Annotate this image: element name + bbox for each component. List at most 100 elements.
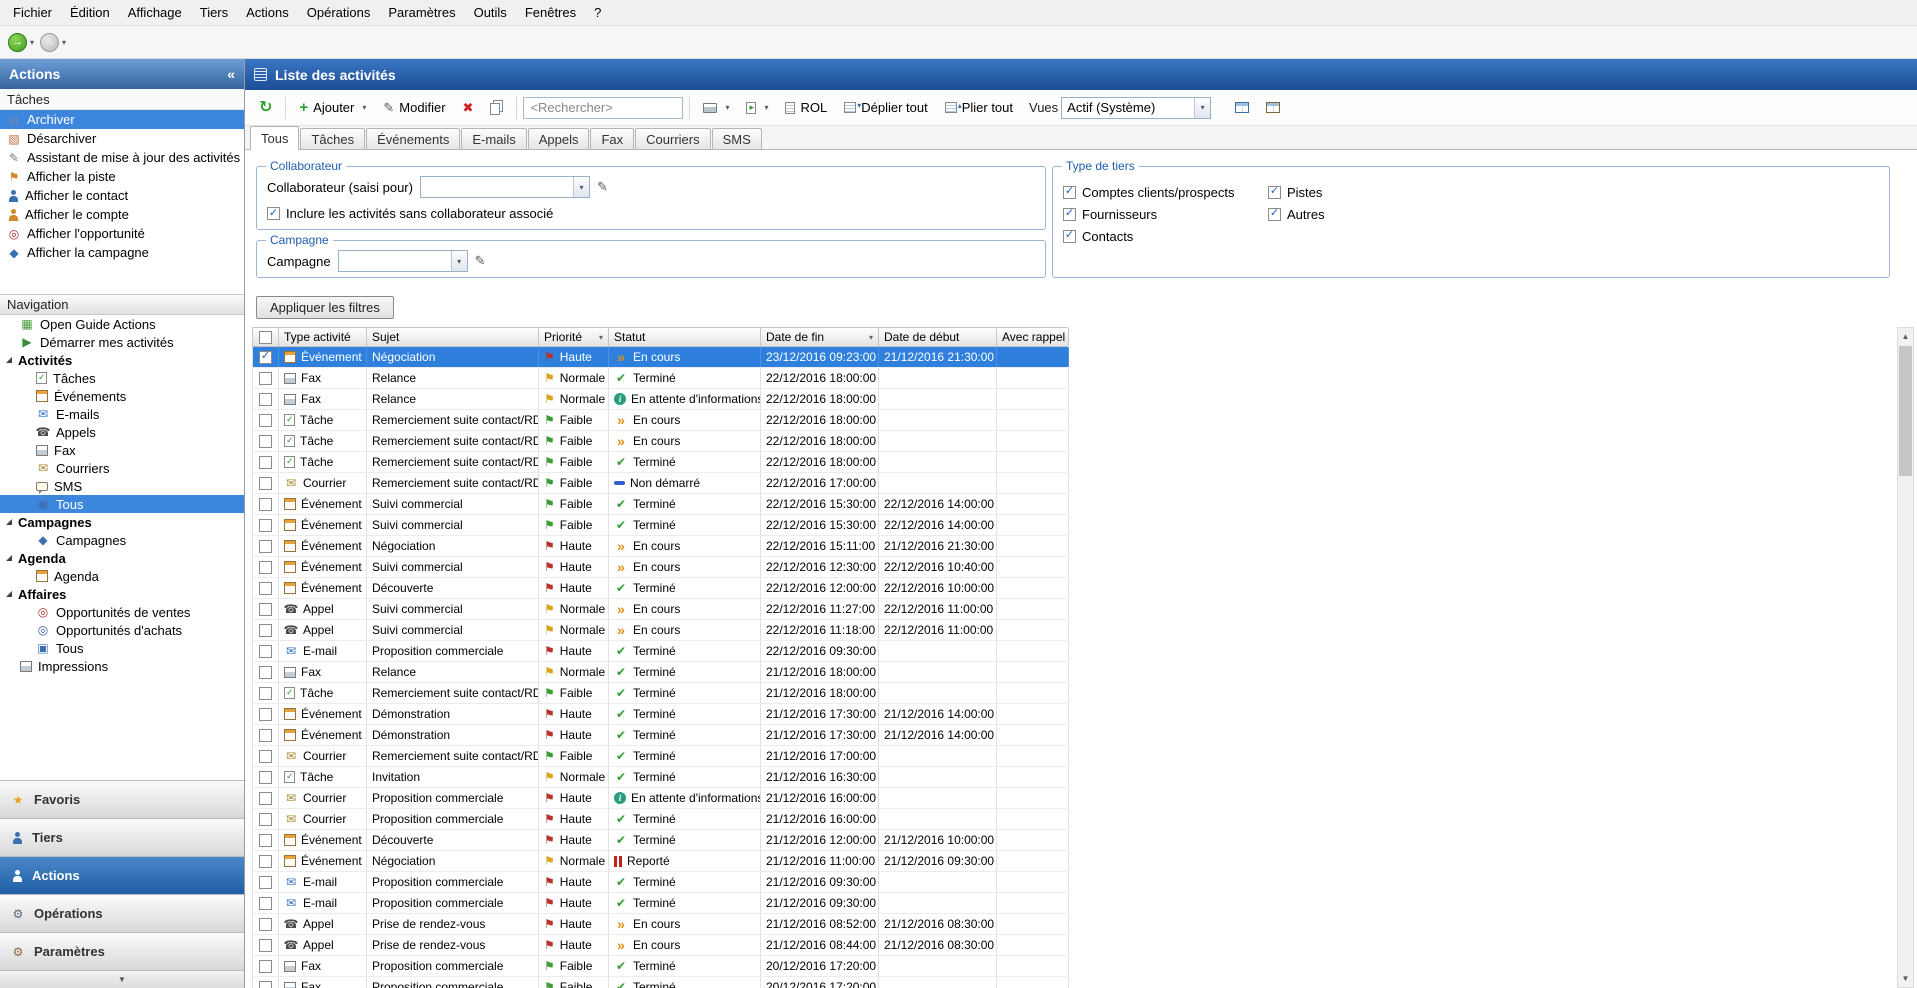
sidebar-task-archiver[interactable]: ▦Archiver: [0, 110, 244, 129]
row-checkbox[interactable]: [259, 729, 272, 742]
tab-e-mails[interactable]: E-mails: [461, 128, 526, 149]
table-row[interactable]: FaxRelance⚑Normale✔Terminé21/12/2016 18:…: [252, 662, 1068, 683]
filter-checkbox-fournisseurs[interactable]: Fournisseurs: [1063, 207, 1268, 222]
table-row[interactable]: ☎AppelPrise de rendez-vous⚑Haute»En cour…: [252, 935, 1068, 956]
row-checkbox[interactable]: [259, 414, 272, 427]
tasks-section-title[interactable]: Tâches: [0, 89, 244, 110]
column-header-date-de-fin[interactable]: Date de fin▾: [761, 328, 879, 346]
tab-taches[interactable]: Tâches: [300, 128, 365, 149]
grid-edit-button[interactable]: [1259, 98, 1287, 117]
expand-all-button[interactable]: Déplier tout: [837, 96, 934, 119]
table-row[interactable]: ÉvénementNégociation⚑Haute»En cours23/12…: [252, 347, 1068, 368]
table-row[interactable]: TâcheInvitation⚑Normale✔Terminé21/12/201…: [252, 767, 1068, 788]
table-row[interactable]: TâcheRemerciement suite contact/RDV⚑Faib…: [252, 452, 1068, 473]
delete-button[interactable]: ✖: [456, 97, 481, 118]
filter-checkbox-autres[interactable]: Autres: [1268, 207, 1498, 222]
row-checkbox[interactable]: [259, 876, 272, 889]
table-row[interactable]: ✉E-mailProposition commerciale⚑Haute✔Ter…: [252, 641, 1068, 662]
sidebar-section-actions[interactable]: Actions: [0, 856, 244, 894]
table-row[interactable]: ÉvénementSuivi commercial⚑Faible✔Terminé…: [252, 494, 1068, 515]
nav-item-tous[interactable]: ▣Tous: [0, 495, 244, 513]
row-checkbox[interactable]: [259, 918, 272, 931]
nav-item-demarrer-mes-activites[interactable]: ▶Démarrer mes activités: [0, 333, 244, 351]
filter-checkbox-comptes-clients-prospects[interactable]: Comptes clients/prospects: [1063, 185, 1268, 200]
row-checkbox[interactable]: [259, 477, 272, 490]
sidebar-task-assistant-de-mise-a-jour-des-activites[interactable]: ✎Assistant de mise à jour des activités …: [0, 148, 244, 167]
nav-group-agenda[interactable]: Agenda: [0, 549, 244, 567]
table-row[interactable]: FaxProposition commerciale⚑Faible✔Termin…: [252, 956, 1068, 977]
nav-back-button[interactable]: → ▾: [40, 33, 66, 52]
nav-item-opportunites-d-achats[interactable]: ◎Opportunités d'achats: [0, 621, 244, 639]
row-checkbox[interactable]: [259, 498, 272, 511]
copy-button[interactable]: [483, 96, 510, 119]
column-filter-icon[interactable]: ▾: [599, 333, 603, 342]
add-button[interactable]: + Ajouter ▾: [292, 96, 373, 119]
table-row[interactable]: ÉvénementDémonstration⚑Haute✔Terminé21/1…: [252, 725, 1068, 746]
row-checkbox[interactable]: [259, 561, 272, 574]
nav-item-courriers[interactable]: ✉Courriers: [0, 459, 244, 477]
filter-checkbox-pistes[interactable]: Pistes: [1268, 185, 1498, 200]
table-row[interactable]: TâcheRemerciement suite contact/RDV⚑Faib…: [252, 683, 1068, 704]
row-checkbox[interactable]: [259, 939, 272, 952]
row-checkbox[interactable]: [259, 456, 272, 469]
table-row[interactable]: ÉvénementDécouverte⚑Haute✔Terminé22/12/2…: [252, 578, 1068, 599]
table-row[interactable]: ☎AppelSuivi commercial⚑Normale»En cours2…: [252, 620, 1068, 641]
column-filter-icon[interactable]: ▾: [869, 333, 873, 342]
edit-campagne-button[interactable]: ✎: [475, 253, 486, 269]
menu-edition[interactable]: Édition: [61, 1, 119, 24]
table-row[interactable]: ÉvénementNégociation⚑Haute»En cours22/12…: [252, 536, 1068, 557]
print-button[interactable]: ▾: [696, 99, 736, 117]
nav-item-tous[interactable]: ▣Tous: [0, 639, 244, 657]
row-checkbox[interactable]: [259, 813, 272, 826]
sidebar-section-parametres[interactable]: ⚙Paramètres: [0, 932, 244, 970]
menu-item[interactable]: ?: [585, 1, 610, 24]
table-row[interactable]: ☎AppelSuivi commercial⚑Normale»En cours2…: [252, 599, 1068, 620]
views-select[interactable]: Actif (Système) ▾: [1061, 97, 1211, 119]
scrollbar-thumb[interactable]: [1899, 346, 1912, 476]
table-row[interactable]: ÉvénementNégociation⚑NormaleReporté21/12…: [252, 851, 1068, 872]
menu-fenetres[interactable]: Fenêtres: [516, 1, 585, 24]
vertical-scrollbar[interactable]: ▲ ▼: [1897, 327, 1914, 988]
nav-item-open-guide-actions[interactable]: ▦Open Guide Actions: [0, 315, 244, 333]
table-row[interactable]: ÉvénementDémonstration⚑Haute✔Terminé21/1…: [252, 704, 1068, 725]
nav-group-activites[interactable]: Activités: [0, 351, 244, 369]
sidebar-task-afficher-l-opportunite[interactable]: ◎Afficher l'opportunité: [0, 224, 244, 243]
table-row[interactable]: ✉CourrierRemerciement suite contact/RDV⚑…: [252, 746, 1068, 767]
menu-operations[interactable]: Opérations: [298, 1, 380, 24]
tab-fax[interactable]: Fax: [590, 128, 634, 149]
collaborateur-select[interactable]: ▾: [420, 176, 590, 198]
menu-affichage[interactable]: Affichage: [119, 1, 191, 24]
table-row[interactable]: ✉CourrierProposition commerciale⚑Haute✔T…: [252, 809, 1068, 830]
edit-collaborateur-button[interactable]: ✎: [597, 179, 608, 195]
row-checkbox[interactable]: [259, 645, 272, 658]
scroll-down-button[interactable]: ▼: [1898, 970, 1913, 987]
table-row[interactable]: ÉvénementDécouverte⚑Haute✔Terminé21/12/2…: [252, 830, 1068, 851]
row-checkbox[interactable]: [259, 960, 272, 973]
nav-item-impressions[interactable]: Impressions: [0, 657, 244, 675]
nav-item-fax[interactable]: Fax: [0, 441, 244, 459]
collapse-all-button[interactable]: Plier tout: [938, 96, 1020, 119]
column-header-statut[interactable]: Statut: [609, 328, 761, 346]
table-row[interactable]: ☎AppelPrise de rendez-vous⚑Haute»En cour…: [252, 914, 1068, 935]
nav-item-sms[interactable]: SMS: [0, 477, 244, 495]
menu-fichier[interactable]: Fichier: [4, 1, 61, 24]
include-no-collaborator-checkbox[interactable]: Inclure les activités sans collaborateur…: [267, 206, 553, 221]
column-header-avec-rappel[interactable]: Avec rappel: [997, 328, 1069, 346]
table-row[interactable]: ÉvénementSuivi commercial⚑Faible✔Terminé…: [252, 515, 1068, 536]
nav-item-agenda[interactable]: Agenda: [0, 567, 244, 585]
nav-group-campagnes[interactable]: Campagnes: [0, 513, 244, 531]
table-row[interactable]: TâcheRemerciement suite contact/RDV⚑Faib…: [252, 410, 1068, 431]
row-checkbox[interactable]: [259, 897, 272, 910]
export-button[interactable]: ▾: [739, 98, 775, 118]
sidebar-task-afficher-le-contact[interactable]: Afficher le contact: [0, 186, 244, 205]
nav-item-taches[interactable]: Tâches: [0, 369, 244, 387]
grid-settings-button[interactable]: [1228, 98, 1256, 117]
nav-group-affaires[interactable]: Affaires: [0, 585, 244, 603]
refresh-button[interactable]: ↻: [252, 96, 279, 120]
table-row[interactable]: FaxProposition commerciale⚑Faible✔Termin…: [252, 977, 1068, 988]
row-checkbox[interactable]: [259, 519, 272, 532]
menu-parametres[interactable]: Paramètres: [379, 1, 464, 24]
sidebar-section-tiers[interactable]: Tiers: [0, 818, 244, 856]
nav-item-appels[interactable]: ☎Appels: [0, 423, 244, 441]
row-checkbox[interactable]: [259, 435, 272, 448]
